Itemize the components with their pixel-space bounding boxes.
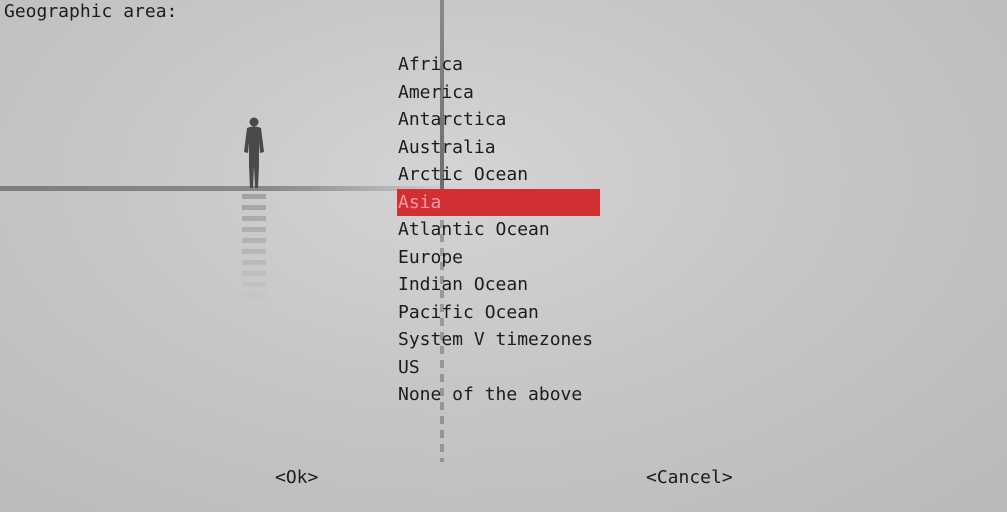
list-item-system-v-timezones[interactable]: System V timezones	[397, 326, 600, 354]
background-person	[244, 117, 264, 188]
background-person-reflection	[242, 194, 266, 304]
list-item-asia[interactable]: Asia	[397, 188, 600, 216]
list-item-us[interactable]: US	[397, 354, 600, 382]
list-item-atlantic-ocean[interactable]: Atlantic Ocean	[397, 216, 600, 244]
ok-button[interactable]: <Ok>	[275, 466, 318, 490]
geographic-area-list[interactable]: Africa America Antarctica Australia Arct…	[397, 51, 600, 409]
list-item-none-of-the-above[interactable]: None of the above	[397, 381, 600, 409]
dialog-title: Geographic area:	[4, 1, 178, 22]
list-item-africa[interactable]: Africa	[397, 51, 600, 79]
cancel-button[interactable]: <Cancel>	[646, 466, 733, 490]
list-item-arctic-ocean[interactable]: Arctic Ocean	[397, 161, 600, 189]
background-pier	[0, 186, 460, 191]
list-item-america[interactable]: America	[397, 79, 600, 107]
list-item-australia[interactable]: Australia	[397, 134, 600, 162]
list-item-europe[interactable]: Europe	[397, 244, 600, 272]
list-item-antarctica[interactable]: Antarctica	[397, 106, 600, 134]
list-item-pacific-ocean[interactable]: Pacific Ocean	[397, 299, 600, 327]
list-item-indian-ocean[interactable]: Indian Ocean	[397, 271, 600, 299]
